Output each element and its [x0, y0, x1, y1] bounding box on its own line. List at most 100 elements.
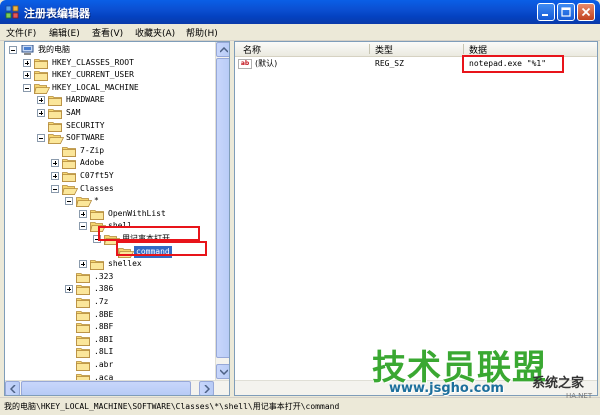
title-bar[interactable]: 注册表编辑器: [0, 0, 600, 24]
tree-item-label: .8BI: [94, 334, 114, 344]
value-name: (默认): [255, 59, 278, 68]
maximize-icon: [561, 7, 571, 17]
tree-item-label: shellex: [108, 259, 142, 269]
tree-item-label: OpenWithList: [108, 208, 166, 218]
expand-plus-icon[interactable]: [65, 285, 73, 294]
folder-icon: [62, 172, 76, 182]
menu-help[interactable]: 帮助(H): [186, 26, 218, 39]
folder-icon: [62, 146, 76, 157]
string-value-icon: ab: [238, 59, 252, 69]
status-bar: 我的电脑\HKEY_LOCAL_MACHINE\SOFTWARE\Classes…: [0, 397, 600, 415]
tree-item-label: Adobe: [80, 158, 105, 168]
close-icon: [581, 7, 591, 17]
key-tree-pane[interactable]: 我的电脑 HKEY_CLASSES_ROOT HKEY_CURRENT_USER HK…: [4, 41, 230, 396]
expand-plus-icon[interactable]: [23, 71, 31, 80]
folder-icon: [48, 96, 62, 107]
collapse-minus-icon[interactable]: [9, 46, 17, 54]
registry-icon: [5, 5, 19, 19]
tree-item-label: SOFTWARE: [66, 133, 105, 143]
scroll-left-button[interactable]: [5, 381, 20, 395]
tree-item-label: SAM: [66, 108, 81, 117]
tree-horizontal-scrollbar[interactable]: [5, 380, 229, 395]
tree-item-label: *: [94, 196, 99, 206]
folder-icon: [48, 109, 62, 119]
watermark-side-text: 系统之家: [532, 376, 585, 391]
folder-icon: [90, 260, 104, 271]
folder-icon: [76, 348, 90, 359]
expand-plus-icon[interactable]: [37, 96, 45, 105]
minimize-button[interactable]: [537, 3, 555, 21]
tree-item-label: .323: [94, 271, 114, 281]
menu-view[interactable]: 查看(V): [92, 26, 123, 39]
folder-open-icon: [76, 197, 92, 208]
expand-plus-icon[interactable]: [79, 209, 87, 218]
status-path: 我的电脑\HKEY_LOCAL_MACHINE\SOFTWARE\Classes…: [4, 402, 340, 411]
tree-item-label: .8BE: [94, 309, 114, 319]
maximize-button[interactable]: [557, 3, 575, 21]
expand-plus-icon[interactable]: [37, 109, 45, 117]
scroll-down-button[interactable]: [216, 364, 229, 379]
value-type: REG_SZ: [375, 59, 404, 68]
tree-item-label: Classes: [80, 183, 114, 193]
tree-item-label: .abr: [94, 360, 114, 369]
tree-item-label: HARDWARE: [66, 95, 105, 105]
close-button[interactable]: [577, 3, 595, 21]
collapse-minus-icon[interactable]: [51, 184, 59, 193]
chevron-right-icon: [204, 385, 210, 393]
folder-icon: [76, 298, 90, 308]
folder-icon: [62, 159, 76, 170]
folder-icon: [76, 335, 90, 346]
column-name[interactable]: 名称: [243, 43, 261, 56]
tree-item-label: C07ft5Y: [80, 171, 114, 180]
tree-item-label: .386: [94, 284, 114, 294]
column-separator[interactable]: [369, 44, 370, 54]
menu-favorites[interactable]: 收藏夹(A): [135, 26, 175, 39]
column-type[interactable]: 类型: [375, 43, 393, 56]
highlight-box-command: [116, 241, 207, 256]
collapse-minus-icon[interactable]: [65, 197, 73, 206]
scroll-right-button[interactable]: [199, 381, 214, 395]
expand-plus-icon[interactable]: [51, 172, 59, 180]
tree-item-label: SECURITY: [66, 120, 105, 130]
collapse-minus-icon[interactable]: [23, 83, 31, 92]
expand-plus-icon[interactable]: [23, 58, 31, 67]
folder-icon: [90, 209, 104, 220]
minimize-icon: [542, 14, 548, 16]
scroll-thumb[interactable]: [216, 58, 229, 358]
folder-icon: [48, 121, 62, 132]
folder-icon: [76, 361, 90, 371]
horizontal-scroll-thumb[interactable]: [21, 381, 191, 395]
chevron-up-icon: [220, 47, 228, 53]
highlight-box-open-with-notepad: [98, 226, 200, 241]
tree-item-label: .7z: [94, 297, 109, 306]
highlight-box-value-data: [462, 55, 564, 73]
chevron-left-icon: [10, 385, 16, 393]
menu-edit[interactable]: 编辑(E): [49, 26, 80, 39]
expand-plus-icon[interactable]: [79, 260, 87, 269]
window-title: 注册表编辑器: [24, 7, 90, 20]
tree-item-label: HKEY_CURRENT_USER: [52, 70, 134, 80]
computer-icon: [21, 45, 34, 55]
folder-open-icon: [62, 184, 78, 195]
folder-icon: [76, 310, 90, 321]
scroll-up-button[interactable]: [216, 42, 229, 57]
folder-icon: [76, 272, 90, 283]
tree-item-label: .8LI: [94, 347, 114, 357]
column-separator[interactable]: [463, 44, 464, 54]
folder-icon: [76, 323, 90, 334]
watermark-url: www.jsgho.com: [389, 381, 504, 396]
folder-icon: [34, 58, 48, 69]
tree-item-label: 我的电脑: [38, 45, 70, 54]
folder-open-icon: [34, 83, 50, 94]
collapse-minus-icon[interactable]: [37, 134, 45, 143]
folder-icon: [34, 71, 48, 82]
menu-file[interactable]: 文件(F): [6, 26, 36, 39]
tree-item-label: 7-Zip: [80, 145, 105, 155]
collapse-minus-icon[interactable]: [79, 222, 87, 231]
folder-icon: [76, 285, 90, 296]
expand-plus-icon[interactable]: [51, 159, 59, 168]
registry-editor-window: 注册表编辑器 文件(F) 编辑(E) 查看(V) 收藏夹(A) 帮助(H) 我的…: [0, 0, 600, 415]
tree-item-label: HKEY_LOCAL_MACHINE: [52, 82, 139, 92]
watermark-small-text: HA.NET: [566, 392, 593, 400]
tree-vertical-scrollbar[interactable]: [215, 42, 229, 380]
